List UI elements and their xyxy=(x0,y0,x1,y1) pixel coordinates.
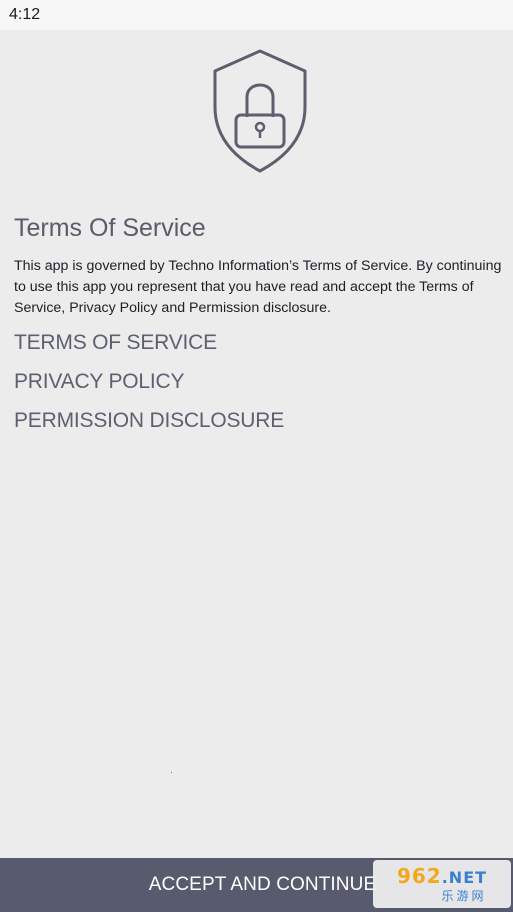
terms-of-service-link[interactable]: TERMS OF SERVICE xyxy=(14,331,217,355)
watermark-number: 962 xyxy=(396,864,442,888)
accept-button-label: ACCEPT AND CONTINUE xyxy=(148,874,377,895)
permission-disclosure-link[interactable]: PERMISSION DISCLOSURE xyxy=(14,409,284,433)
status-bar: 4:12 xyxy=(0,0,513,30)
terms-description: This app is governed by Techno Informati… xyxy=(14,258,502,316)
watermark-suffix: .NET xyxy=(441,868,488,887)
watermark-bottom: 乐游网 xyxy=(441,889,487,903)
watermark-logo: 962.NET 乐游网 xyxy=(373,860,511,908)
page-title: Terms Of Service xyxy=(14,214,206,242)
status-time: 4:12 xyxy=(9,6,41,23)
privacy-policy-link[interactable]: PRIVACY POLICY xyxy=(14,370,185,394)
watermark-top: 962.NET xyxy=(397,865,487,889)
divider-dot xyxy=(171,772,172,773)
shield-lock-icon xyxy=(200,45,320,177)
